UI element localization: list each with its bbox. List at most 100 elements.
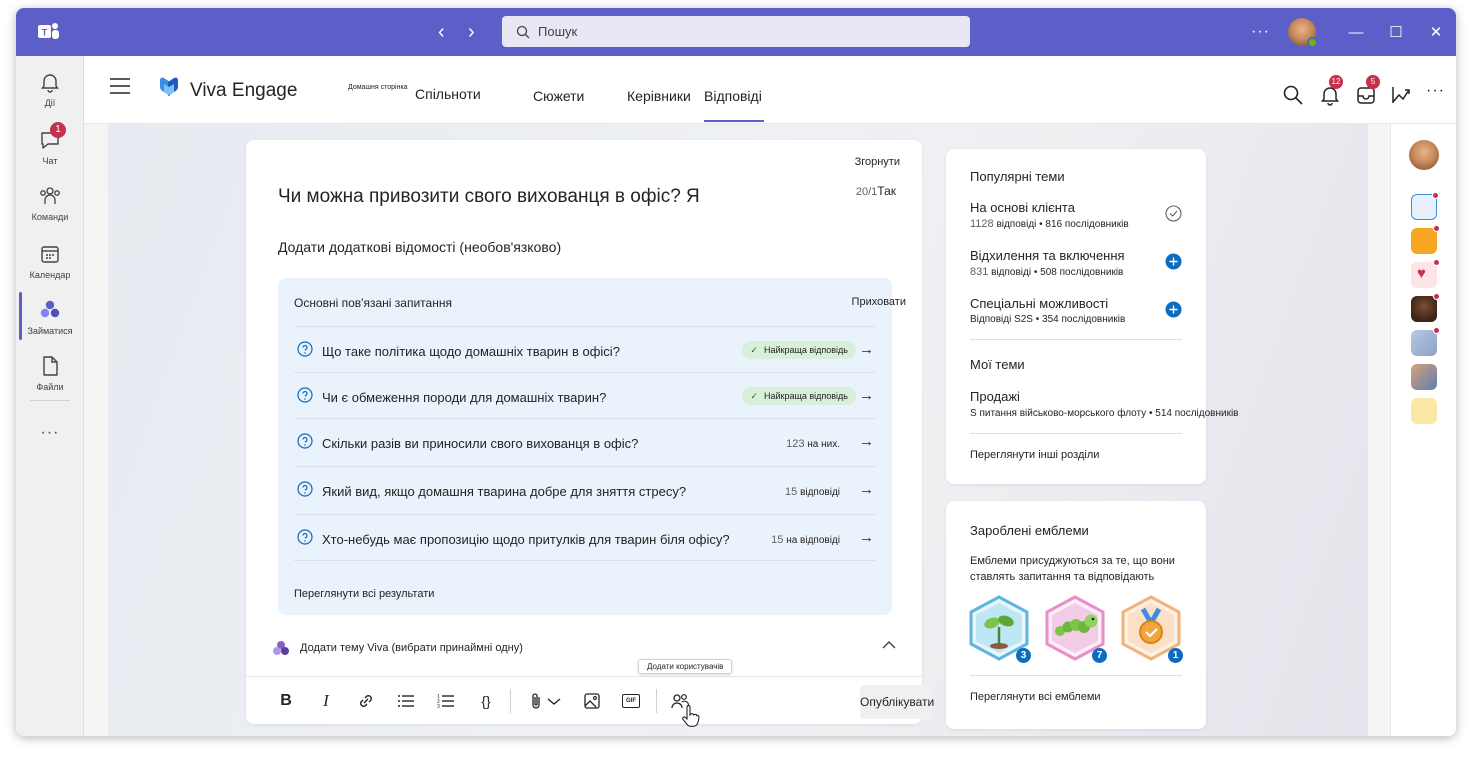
topic-title[interactable]: Продажі (970, 389, 1020, 404)
question-icon (297, 433, 313, 449)
best-answer-label: Найкраща відповідь (763, 345, 848, 355)
arrow-right-icon[interactable]: → (859, 341, 874, 358)
collapse-button[interactable]: Згорнути (855, 156, 900, 168)
checkmark-icon: ✓ (750, 345, 758, 355)
topic-sub: відповіді • 816 послідовників (996, 219, 1129, 230)
search-input[interactable]: Пошук (502, 16, 970, 47)
details-input[interactable]: Додати додаткові відомості (необов'язков… (278, 239, 561, 255)
numbered-list-icon[interactable]: 123 (436, 691, 456, 711)
chevron-up-icon[interactable] (882, 640, 896, 650)
checkmark-icon: ✓ (750, 391, 758, 401)
related-question-row[interactable]: Чи є обмеження породи для домашніх твари… (294, 372, 876, 418)
popular-topics-title: Популярні теми (970, 169, 1065, 184)
add-topic-icon[interactable] (1165, 253, 1182, 270)
rail-item-activity[interactable]: Дії (16, 70, 84, 108)
related-question-row[interactable]: Скільки разів ви приносили свого вихован… (294, 418, 876, 464)
see-all-results-link[interactable]: Переглянути всі результати (294, 588, 434, 600)
title-bar: T ‹ › Пошук ··· — ☐ ✕ (16, 8, 1456, 56)
tab-stories[interactable]: Сюжети (533, 88, 584, 104)
question-icon (297, 341, 313, 357)
rail-item-engage[interactable]: Займатися (16, 298, 84, 336)
rail-item-files[interactable]: Файли (16, 354, 84, 392)
maximize-icon[interactable]: ☐ (1376, 23, 1416, 41)
arrow-right-icon[interactable]: → (859, 387, 874, 404)
tab-answers[interactable]: Відповіді (704, 88, 762, 104)
topic-stats: 1128 відповіді • 816 послідовників (970, 218, 1129, 230)
arrow-right-icon[interactable]: → (859, 481, 874, 498)
see-all-badges-link[interactable]: Переглянути всі емблеми (970, 691, 1101, 703)
app-sticky-note-icon[interactable] (1411, 398, 1437, 424)
publish-button[interactable]: Опублікувати (860, 685, 934, 719)
contact-group-avatar[interactable] (1411, 327, 1440, 356)
code-block-icon[interactable]: {} (476, 691, 496, 711)
see-more-topics-link[interactable]: Переглянути інші розділи (970, 449, 1099, 461)
user-avatar[interactable] (1288, 18, 1318, 48)
add-users-tooltip: Додати користувачів (638, 659, 733, 674)
related-question-row[interactable]: Хто-небудь має пропозицію щодо притулків… (294, 514, 876, 560)
back-arrow-icon[interactable]: ‹ (438, 22, 445, 42)
notification-dot (1433, 259, 1440, 266)
rail-item-calendar[interactable]: Календар (16, 242, 84, 280)
topic-title[interactable]: Відхилення та включення (970, 248, 1125, 263)
rail-item-teams[interactable]: Команди (16, 184, 84, 222)
engage-header: Viva Engage Домашня сторінка Спільноти С… (84, 56, 1456, 124)
count-value: 15 (785, 486, 798, 498)
divider (970, 675, 1182, 676)
rail-more-icon[interactable]: ··· (16, 424, 84, 442)
viva-engage-logo-icon (160, 77, 178, 96)
related-question-row[interactable]: Який вид, якщо домашня тварина добре для… (294, 466, 876, 512)
add-topic-icon[interactable] (1165, 301, 1182, 318)
notification-dot (1433, 225, 1440, 232)
badges-title: Зароблені емблеми (970, 523, 1089, 538)
related-question-text: Хто-небудь має пропозицію щодо притулків… (322, 532, 730, 547)
arrow-right-icon[interactable]: → (859, 433, 874, 450)
app-copilot-icon[interactable] (1411, 192, 1439, 220)
forward-arrow-icon[interactable]: › (468, 22, 475, 42)
question-input[interactable]: Чи можна привозити свого вихованця в офі… (278, 186, 700, 208)
answer-count: 123 на них. (786, 438, 840, 450)
link-icon[interactable] (356, 691, 376, 711)
count-label: відповіді (800, 487, 840, 498)
bold-icon[interactable]: B (276, 691, 296, 711)
attach-icon[interactable] (526, 691, 546, 711)
related-question-row[interactable]: Що таке політика щодо домашніх тварин в … (294, 326, 876, 372)
close-icon[interactable]: ✕ (1416, 23, 1456, 41)
arrow-right-icon[interactable]: → (859, 529, 874, 546)
contact-avatar[interactable] (1411, 293, 1440, 322)
topic-title[interactable]: На основі клієнта (970, 200, 1075, 215)
active-tab-underline (704, 120, 764, 122)
gif-icon[interactable]: GIF (622, 694, 640, 708)
more-options-icon[interactable]: ··· (1426, 82, 1448, 104)
italic-icon[interactable]: I (316, 691, 336, 711)
app-heart-icon[interactable]: ♥ (1411, 259, 1440, 288)
bulleted-list-icon[interactable] (396, 691, 416, 711)
topic-title[interactable]: Спеціальні можливості (970, 296, 1108, 311)
teams-window: T ‹ › Пошук ··· — ☐ ✕ Дії 1 Чат Команди … (16, 8, 1456, 736)
teams-logo-icon[interactable]: T (38, 22, 60, 42)
hide-button[interactable]: Приховати (852, 296, 906, 308)
hamburger-menu-icon[interactable] (110, 78, 130, 94)
badge-count: 7 (1092, 648, 1107, 663)
divider (294, 560, 876, 561)
tab-leaders[interactable]: Керівники (627, 88, 691, 104)
tab-home[interactable]: Домашня сторінка (348, 84, 408, 91)
search-icon[interactable] (1282, 84, 1304, 106)
viva-topics-icon (273, 641, 289, 655)
notification-dot (1432, 192, 1439, 199)
contact-group-avatar[interactable] (1411, 364, 1437, 390)
inbox-badge: 5 (1366, 75, 1380, 89)
analytics-icon[interactable] (1390, 84, 1412, 106)
chevron-down-icon[interactable] (544, 691, 564, 711)
profile-avatar[interactable] (1409, 140, 1439, 170)
related-questions-title: Основні пов'язані запитання (294, 296, 452, 310)
image-icon[interactable] (582, 691, 602, 711)
rail-item-chat[interactable]: 1 Чат (16, 122, 84, 166)
followed-check-icon[interactable] (1165, 205, 1182, 222)
more-options-icon[interactable]: ··· (1251, 23, 1270, 41)
topic-count: 1128 (970, 218, 994, 230)
app-presentation-icon[interactable] (1411, 225, 1440, 254)
minimize-icon[interactable]: — (1336, 24, 1376, 41)
tab-communities[interactable]: Спільноти (415, 86, 481, 102)
hand-cursor-icon (682, 705, 700, 727)
add-viva-topic[interactable]: Додати тему Viva (вибрати принаймні одну… (272, 640, 523, 656)
